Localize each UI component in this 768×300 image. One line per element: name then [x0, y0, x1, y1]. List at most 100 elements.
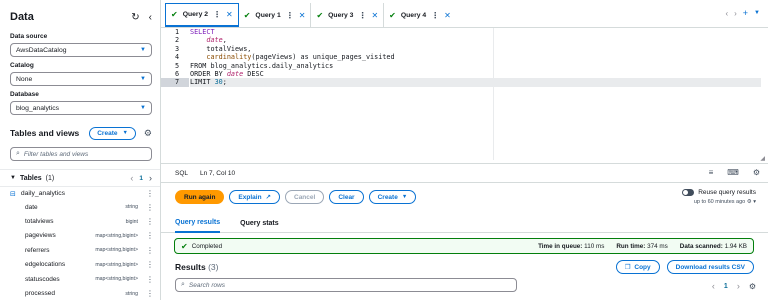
column-row[interactable]: edgelocations map<string,bigint> ⋮	[10, 258, 154, 272]
scanned-value: 1.94 KB	[724, 242, 747, 250]
check-circle-icon: ✔	[243, 10, 251, 20]
more-actions-icon[interactable]: ⋮	[431, 11, 439, 20]
download-results-button[interactable]: Download results CSV	[666, 260, 754, 274]
tab-query-2[interactable]: ✔ Query 2 ⋮ ✕	[165, 3, 239, 27]
search-rows-input[interactable]: ⌕ Search rows	[175, 278, 517, 292]
sql-editor[interactable]: 1 2 3 4 5 6 7 SELECT date, totalViews, c…	[161, 28, 761, 160]
queue-label: Time in queue:	[538, 242, 583, 250]
tab-query-1[interactable]: ✔ Query 1 ⋮ ✕	[239, 3, 312, 27]
run-value: 374 ms	[647, 242, 668, 250]
column-row[interactable]: date string ⋮	[10, 200, 154, 214]
more-actions-icon[interactable]: ⋮	[213, 10, 221, 19]
query-tabs: ✔ Query 2 ⋮ ✕ ✔ Query 1 ⋮ ✕ ✔ Query 3 ⋮ …	[161, 0, 768, 28]
next-page-icon[interactable]: ›	[149, 173, 152, 183]
close-icon[interactable]: ✕	[444, 11, 451, 20]
settings-icon[interactable]: ⚙	[747, 199, 752, 205]
catalog-label: Catalog	[10, 62, 34, 69]
column-row[interactable]: totalviews bigint ⋮	[10, 214, 154, 228]
line-number-gutter: 1 2 3 4 5 6 7	[161, 28, 189, 160]
create-table-label: Create	[97, 129, 118, 137]
close-icon[interactable]: ✕	[226, 10, 233, 19]
more-actions-icon[interactable]: ⋮	[146, 260, 154, 269]
search-placeholder: Search rows	[188, 281, 226, 289]
refresh-icon[interactable]: ↻	[131, 12, 139, 23]
filter-tables-input[interactable]: ⌕ Filter tables and views	[10, 147, 152, 161]
add-tab-icon[interactable]: +	[743, 8, 748, 18]
tab-query-results[interactable]: Query results	[175, 213, 221, 233]
close-icon[interactable]: ✕	[371, 11, 378, 20]
run-time: Run time: 374 ms	[616, 243, 667, 250]
column-row[interactable]: pageviews map<string,bigint> ⋮	[10, 229, 154, 243]
editor-tool-icons: ≡ ⌨ ⚙	[709, 168, 760, 177]
table-icon: ⊟	[10, 190, 16, 198]
tables-section-header[interactable]: ▼ Tables (1) ‹ 1 ›	[0, 169, 160, 186]
more-actions-icon[interactable]: ⋮	[146, 275, 154, 284]
caret-down-icon[interactable]: ▾	[753, 199, 756, 205]
clear-button[interactable]: Clear	[329, 190, 364, 204]
more-actions-icon[interactable]: ⋮	[146, 289, 154, 298]
tables-page-number[interactable]: 1	[139, 175, 143, 182]
cancel-button[interactable]: Cancel	[285, 190, 325, 204]
run-again-button[interactable]: Run again	[175, 190, 225, 204]
caret-down-icon: ▼	[140, 47, 146, 53]
line-number: 6	[175, 69, 180, 78]
line-number: 7	[161, 78, 189, 87]
column-name: edgelocations	[25, 261, 66, 269]
data-source-select[interactable]: AwsDataCatalog ▼	[10, 43, 152, 57]
code-text: ;	[222, 78, 227, 87]
more-actions-icon[interactable]: ⋮	[358, 11, 366, 20]
more-actions-icon[interactable]: ⋮	[146, 203, 154, 212]
settings-icon[interactable]: ⚙	[753, 168, 760, 177]
more-actions-icon[interactable]: ⋮	[146, 231, 154, 240]
more-actions-icon[interactable]: ⋮	[146, 246, 154, 255]
code-field: date	[226, 69, 244, 78]
tab-label: Query 4	[400, 11, 427, 19]
caret-down-icon: ▼	[140, 76, 146, 82]
queue-value: 110 ms	[584, 242, 605, 250]
column-row[interactable]: referrers map<string,bigint> ⋮	[10, 243, 154, 257]
settings-icon[interactable]: ⚙	[144, 128, 152, 139]
cursor-position: Ln 7, Col 10	[200, 169, 236, 177]
completion-status: Completed	[191, 242, 223, 250]
code-text: DESC	[243, 69, 264, 78]
catalog-select[interactable]: None ▼	[10, 72, 152, 86]
query-editor-area: ✔ Query 2 ⋮ ✕ ✔ Query 1 ⋮ ✕ ✔ Query 3 ⋮ …	[161, 0, 768, 300]
prev-page-icon[interactable]: ‹	[712, 281, 715, 291]
resize-handle-icon[interactable]: ◢	[760, 155, 765, 162]
column-type: bigint	[125, 218, 138, 225]
more-actions-icon[interactable]: ⋮	[286, 11, 294, 20]
next-page-icon[interactable]: ›	[737, 281, 740, 291]
results-page-number[interactable]: 1	[724, 283, 728, 290]
print-margin-line	[493, 28, 494, 160]
tab-label: Query 1	[255, 11, 281, 19]
settings-icon[interactable]: ⚙	[749, 282, 756, 291]
tab-query-4[interactable]: ✔ Query 4 ⋮ ✕	[384, 3, 456, 27]
tab-query-3[interactable]: ✔ Query 3 ⋮ ✕	[311, 3, 385, 27]
more-actions-icon[interactable]: ⋮	[146, 217, 154, 226]
format-query-icon[interactable]: ≡	[709, 168, 714, 177]
prev-page-icon[interactable]: ‹	[130, 173, 133, 183]
tabs-menu-icon[interactable]: ▼	[754, 10, 760, 16]
more-actions-icon[interactable]: ⋮	[146, 189, 154, 198]
collapse-icon[interactable]: ‹	[149, 12, 152, 23]
explain-button[interactable]: Explain ↗	[229, 190, 280, 204]
column-row[interactable]: statuscodes map<string,bigint> ⋮	[10, 272, 154, 286]
copy-button[interactable]: ❐ Copy	[615, 260, 660, 274]
keyboard-shortcuts-icon[interactable]: ⌨	[727, 168, 739, 177]
results-header: Results (3) ❐ Copy Download results CSV	[175, 260, 754, 274]
scanned-label: Data scanned:	[679, 242, 723, 250]
tab-query-stats[interactable]: Query stats	[240, 213, 279, 233]
column-type: map<string,bigint>	[95, 261, 138, 268]
column-row[interactable]: processed string ⋮	[10, 286, 154, 300]
data-panel: Data ↻ ‹ Data source AwsDataCatalog ▼ Ca…	[0, 0, 161, 300]
scroll-tabs-left-icon[interactable]: ‹	[725, 9, 728, 18]
code-area[interactable]: SELECT date, totalViews, cardinality(pag…	[190, 28, 761, 87]
database-select[interactable]: blog_analytics ▼	[10, 101, 152, 115]
create-button[interactable]: Create ▼	[368, 190, 417, 204]
database-label: Database	[10, 91, 39, 98]
create-table-button[interactable]: Create ▼	[89, 126, 136, 140]
reuse-results-toggle[interactable]	[682, 189, 695, 196]
close-icon[interactable]: ✕	[299, 11, 306, 20]
table-row-daily-analytics[interactable]: ⊟ daily_analytics ⋮	[0, 186, 160, 200]
scroll-tabs-right-icon[interactable]: ›	[734, 9, 737, 18]
